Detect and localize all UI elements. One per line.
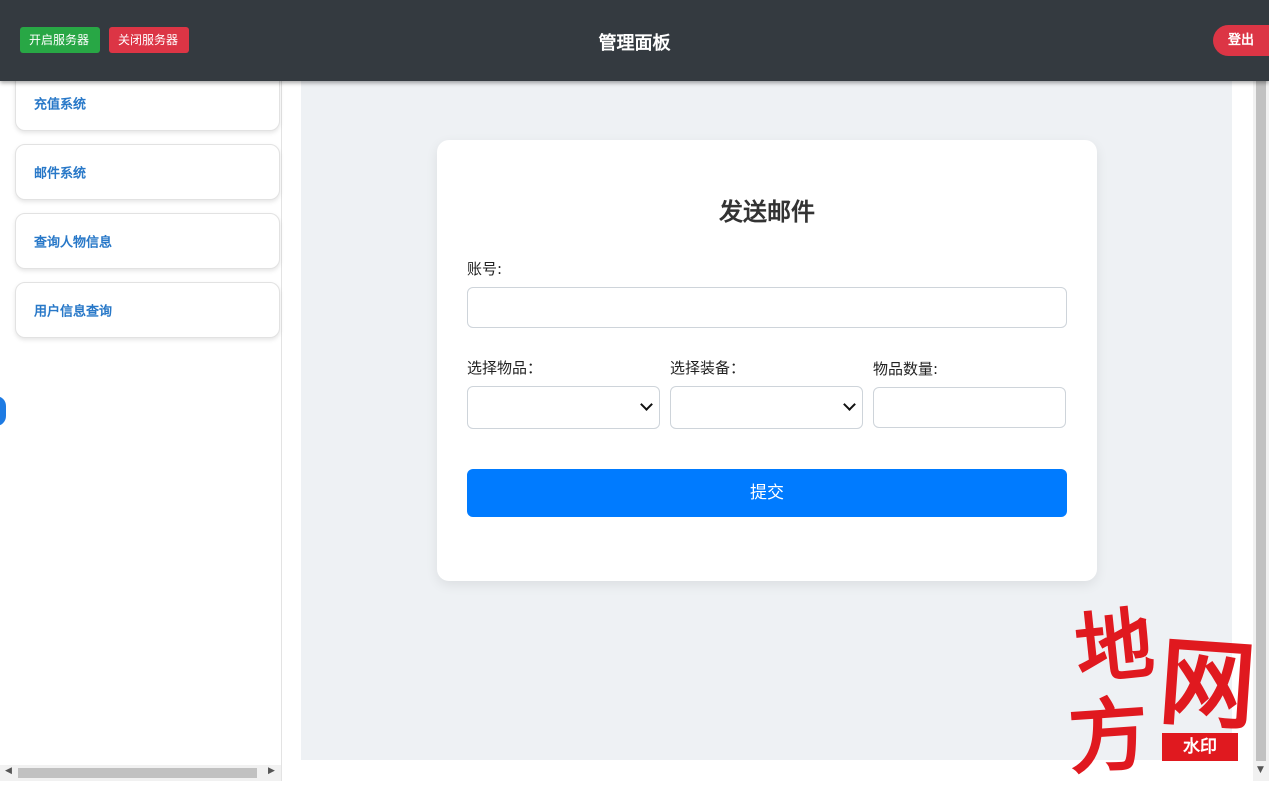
horizontal-scrollbar[interactable]: ◀ ▶ bbox=[0, 765, 281, 781]
account-input[interactable] bbox=[467, 287, 1067, 328]
equipment-select[interactable] bbox=[670, 386, 863, 429]
sidebar: 充值系统 邮件系统 查询人物信息 用户信息查询 bbox=[0, 75, 282, 781]
watermark-badge: 水印 bbox=[1162, 733, 1238, 761]
send-mail-card: 发送邮件 账号: 选择物品： 选择装备： 物品数量: 提交 bbox=[437, 140, 1097, 581]
sidebar-item-label: 邮件系统 bbox=[34, 166, 87, 182]
sidebar-item-label: 查询人物信息 bbox=[34, 235, 113, 251]
vertical-scrollbar[interactable]: ▼ bbox=[1253, 81, 1269, 781]
sidebar-item-character-query[interactable]: 查询人物信息 bbox=[15, 213, 280, 269]
scroll-left-icon[interactable]: ◀ bbox=[5, 766, 12, 776]
scrollbar-thumb[interactable] bbox=[18, 768, 257, 778]
sidebar-item-mail[interactable]: 邮件系统 bbox=[15, 144, 280, 200]
logout-button[interactable]: 登出 bbox=[1213, 25, 1269, 56]
item-select[interactable] bbox=[467, 386, 660, 429]
sidebar-item-label: 用户信息查询 bbox=[34, 304, 113, 320]
scrollbar-thumb[interactable] bbox=[1256, 81, 1266, 761]
sidebar-item-recharge[interactable]: 充值系统 bbox=[15, 75, 280, 131]
sidebar-item-user-query[interactable]: 用户信息查询 bbox=[15, 282, 280, 338]
chevron-down-icon bbox=[640, 398, 653, 411]
page-title: 管理面板 bbox=[598, 33, 671, 54]
scroll-down-icon[interactable]: ▼ bbox=[1257, 765, 1264, 775]
scroll-right-icon[interactable]: ▶ bbox=[268, 766, 275, 776]
account-label: 账号: bbox=[467, 260, 503, 278]
stop-server-button[interactable]: 关闭服务器 bbox=[109, 27, 189, 53]
top-bar: 开启服务器 关闭服务器 管理面板 登出 bbox=[0, 0, 1269, 81]
quantity-label: 物品数量: bbox=[873, 360, 939, 378]
quantity-input[interactable] bbox=[873, 387, 1066, 428]
start-server-button[interactable]: 开启服务器 bbox=[20, 27, 100, 53]
submit-button[interactable]: 提交 bbox=[467, 469, 1067, 517]
form-title: 发送邮件 bbox=[719, 198, 815, 226]
equipment-label: 选择装备： bbox=[670, 359, 746, 377]
sidebar-toggle-handle[interactable] bbox=[0, 396, 6, 426]
chevron-down-icon bbox=[843, 398, 856, 411]
item-label: 选择物品： bbox=[467, 359, 543, 377]
sidebar-item-label: 充值系统 bbox=[34, 97, 87, 113]
